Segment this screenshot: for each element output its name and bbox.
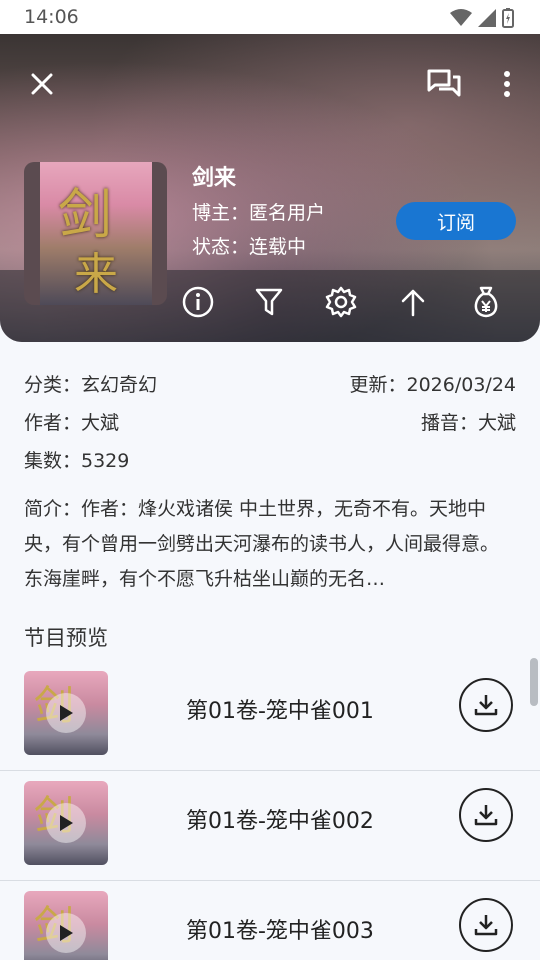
cover-glyph-bottom: 来 xyxy=(74,249,118,300)
episode-count-text: 集数：5329 xyxy=(24,450,130,472)
album-header: 剑 来 剑来 博主：匿名用户 状态：连载中 订阅 xyxy=(0,34,540,342)
section-title: 节目预览 xyxy=(24,626,108,650)
download-icon xyxy=(474,695,498,716)
category-text: 分类：玄幻奇幻 xyxy=(24,374,158,396)
filter-icon xyxy=(255,288,283,316)
album-status: 状态：连载中 xyxy=(192,236,307,258)
album-cover: 剑 来 xyxy=(24,162,167,305)
close-icon xyxy=(31,73,53,95)
episode-title: 第01卷-笼中雀003 xyxy=(186,919,374,944)
status-bar: 14:06 xyxy=(0,0,540,34)
download-button[interactable] xyxy=(459,788,513,842)
comments-button[interactable] xyxy=(424,64,464,104)
subscribe-button[interactable]: 订阅 xyxy=(396,202,516,240)
reward-button[interactable] xyxy=(468,284,504,320)
battery-icon xyxy=(502,8,514,28)
wifi-icon xyxy=(450,9,472,26)
arrow-up-icon xyxy=(401,289,425,317)
more-options-button[interactable] xyxy=(490,64,524,104)
play-button[interactable] xyxy=(46,803,86,843)
more-vertical-icon xyxy=(504,71,510,97)
download-icon xyxy=(474,915,498,936)
episode-thumbnail[interactable]: 剑 xyxy=(24,781,108,865)
scroll-top-button[interactable] xyxy=(395,284,431,320)
scrollbar[interactable] xyxy=(530,658,538,706)
play-icon xyxy=(60,925,73,941)
status-icons xyxy=(450,8,514,28)
settings-icon xyxy=(325,286,357,318)
updated-text: 更新：2026/03/24 xyxy=(349,374,516,396)
play-icon xyxy=(60,815,73,831)
episode-row[interactable]: 剑 第01卷-笼中雀001 xyxy=(0,661,540,771)
author-text: 作者：大斌 xyxy=(24,412,120,434)
narrator-text: 播音：大斌 xyxy=(420,412,516,434)
summary-text[interactable]: 简介：作者：烽火戏诸侯 中土世界，无奇不有。天地中央，有个曾用一剑劈出天河瀑布的… xyxy=(24,492,516,597)
filter-button[interactable] xyxy=(251,284,287,320)
episode-row[interactable]: 剑 第01卷-笼中雀002 xyxy=(0,771,540,881)
play-button[interactable] xyxy=(46,913,86,953)
play-icon xyxy=(60,705,73,721)
settings-button[interactable] xyxy=(323,284,359,320)
album-title: 剑来 xyxy=(192,166,237,191)
status-time: 14:06 xyxy=(24,6,79,28)
episode-row[interactable]: 剑 第01卷-笼中雀003 xyxy=(0,881,540,960)
episode-title: 第01卷-笼中雀002 xyxy=(186,809,374,834)
comments-icon xyxy=(427,69,461,97)
info-button[interactable] xyxy=(180,284,216,320)
episode-title: 第01卷-笼中雀001 xyxy=(186,699,374,724)
download-button[interactable] xyxy=(459,898,513,952)
cover-art: 剑 来 xyxy=(40,162,152,305)
signal-icon xyxy=(478,9,496,27)
info-icon xyxy=(182,286,214,318)
money-bag-icon xyxy=(474,286,498,318)
download-button[interactable] xyxy=(459,678,513,732)
close-button[interactable] xyxy=(22,64,62,104)
episode-thumbnail[interactable]: 剑 xyxy=(24,891,108,960)
play-button[interactable] xyxy=(46,693,86,733)
album-blogger: 博主：匿名用户 xyxy=(192,202,326,224)
episode-thumbnail[interactable]: 剑 xyxy=(24,671,108,755)
download-icon xyxy=(474,805,498,826)
